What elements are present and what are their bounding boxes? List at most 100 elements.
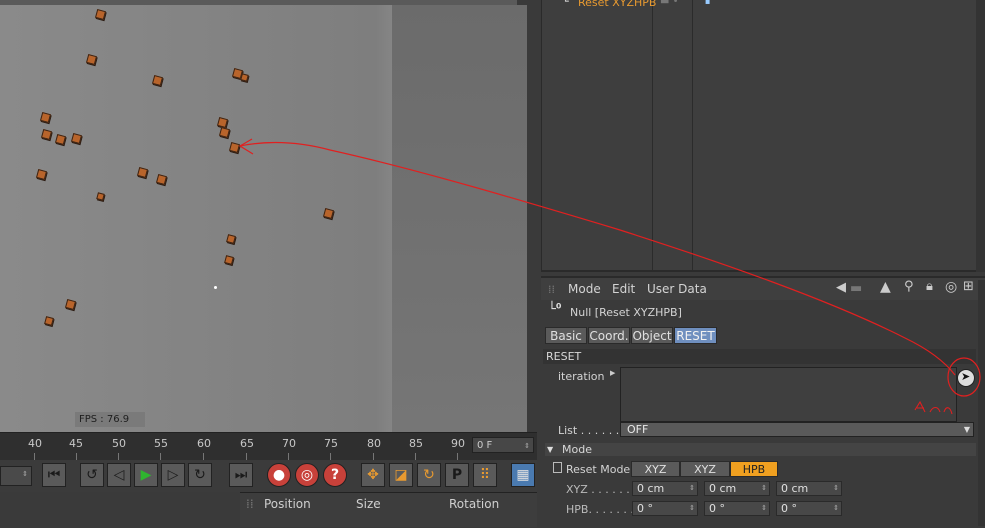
xyz-label: XYZ . . . . . . . bbox=[566, 483, 637, 496]
go-to-start-button[interactable]: ⏮ bbox=[42, 463, 66, 487]
timeline-ruler[interactable]: 40 45 50 55 60 65 70 75 80 85 90 bbox=[0, 432, 537, 461]
cube-object[interactable] bbox=[228, 141, 241, 154]
current-frame-value: 0 F bbox=[477, 440, 493, 451]
3d-viewport[interactable]: FPS : 76.9 bbox=[0, 0, 537, 432]
spinner-arrows-icon[interactable]: ⇕ bbox=[22, 470, 28, 478]
go-to-end-button[interactable]: ⏭ bbox=[229, 463, 253, 487]
object-manager-scrollbar[interactable] bbox=[976, 0, 985, 272]
min-frame-field[interactable]: ⇕ bbox=[0, 466, 32, 486]
spinner-arrows-icon[interactable]: ⇕ bbox=[833, 502, 839, 515]
timeline-tick-label: 40 bbox=[28, 437, 42, 450]
cube-object[interactable] bbox=[224, 255, 234, 265]
forward-arrow-icon[interactable]: ▬ bbox=[850, 281, 862, 296]
visibility-dots-icon[interactable]: ▬ • bbox=[660, 0, 679, 7]
cube-object[interactable] bbox=[155, 173, 168, 186]
reset-mode-xyz[interactable]: XYZ bbox=[680, 461, 730, 477]
grip-icon: ⁞⁞ bbox=[246, 497, 254, 511]
cube-object[interactable] bbox=[70, 132, 83, 145]
play-button[interactable]: ▶ bbox=[134, 463, 158, 487]
parameter-key-icon[interactable]: P bbox=[445, 463, 469, 487]
cube-object[interactable] bbox=[226, 234, 236, 244]
cube-object[interactable] bbox=[94, 8, 107, 21]
timeline-tick-label: 50 bbox=[112, 437, 126, 450]
object-title: Null [Reset XYZHPB] bbox=[570, 306, 682, 319]
list-dropdown[interactable]: OFF ▼ bbox=[620, 422, 974, 437]
next-key-button[interactable]: ↻ bbox=[188, 463, 212, 487]
spinner-arrows-icon[interactable]: ⇕ bbox=[761, 482, 767, 495]
previous-frame-button[interactable]: ◁ bbox=[107, 463, 131, 487]
search-icon[interactable]: ⚲ bbox=[904, 279, 914, 294]
tag-icon[interactable]: ▪ bbox=[705, 0, 710, 6]
scale-key-icon[interactable]: ◪ bbox=[389, 463, 413, 487]
hpb-p-field[interactable]: 0 ° ⇕ bbox=[704, 501, 770, 516]
object-row-label[interactable]: Reset XYZHPB bbox=[578, 0, 656, 9]
cube-object[interactable] bbox=[64, 298, 77, 311]
target-icon[interactable]: ◎ bbox=[945, 279, 957, 295]
move-key-icon[interactable]: ✥ bbox=[361, 463, 385, 487]
reset-mode-hpb[interactable]: HPB bbox=[730, 461, 778, 477]
timeline-tick-label: 55 bbox=[154, 437, 168, 450]
next-frame-button[interactable]: ▷ bbox=[161, 463, 185, 487]
list-label: List . . . . . . bbox=[558, 424, 620, 437]
spinner-arrows-icon[interactable]: ⇕ bbox=[833, 482, 839, 495]
cube-object[interactable] bbox=[44, 316, 54, 326]
tab-coord[interactable]: Coord. bbox=[588, 327, 630, 344]
record-key-icon[interactable]: ● bbox=[267, 463, 291, 487]
cube-object[interactable] bbox=[240, 73, 249, 82]
timeline-tick-label: 65 bbox=[240, 437, 254, 450]
pick-session-button[interactable]: ➤ bbox=[957, 369, 975, 387]
animate-parameter-icon[interactable] bbox=[553, 462, 562, 473]
object-manager[interactable] bbox=[541, 0, 985, 272]
attribute-scrollbar[interactable] bbox=[978, 280, 985, 526]
spinner-arrows-icon[interactable]: ⇕ bbox=[761, 502, 767, 515]
back-arrow-icon[interactable]: ◀ bbox=[836, 280, 846, 295]
autokey-icon[interactable]: ◎ bbox=[295, 463, 319, 487]
tab-reset[interactable]: RESET bbox=[674, 327, 717, 344]
cube-object[interactable] bbox=[151, 74, 164, 87]
cube-object[interactable] bbox=[35, 168, 48, 181]
timeline-tick-label: 85 bbox=[409, 437, 423, 450]
timeline-window-icon[interactable]: ▦ bbox=[511, 463, 535, 487]
timeline-tick-label: 80 bbox=[367, 437, 381, 450]
keyframe-help-icon[interactable]: ? bbox=[323, 463, 347, 487]
timeline-tick-label: 60 bbox=[197, 437, 211, 450]
spinner-arrows-icon[interactable]: ⇕ bbox=[524, 438, 530, 454]
menu-user-data[interactable]: User Data bbox=[647, 282, 707, 296]
xyz-x-field[interactable]: 0 cm ⇕ bbox=[632, 481, 698, 496]
spinner-arrows-icon[interactable]: ⇕ bbox=[689, 502, 695, 515]
cube-object[interactable] bbox=[218, 126, 231, 139]
menu-mode[interactable]: Mode bbox=[568, 282, 601, 296]
previous-key-button[interactable]: ↺ bbox=[80, 463, 104, 487]
hpb-h-field[interactable]: 0 ° ⇕ bbox=[632, 501, 698, 516]
cube-object[interactable] bbox=[39, 111, 52, 124]
xyz-z-field[interactable]: 0 cm ⇕ bbox=[776, 481, 842, 496]
menu-edit[interactable]: Edit bbox=[612, 282, 635, 296]
lock-icon[interactable]: 🔒︎ bbox=[926, 279, 933, 294]
cube-object[interactable] bbox=[54, 133, 67, 146]
viewport-scrollbar[interactable] bbox=[527, 5, 537, 432]
current-frame-field[interactable]: 0 F ⇕ bbox=[472, 437, 534, 453]
reset-mode-xyz-hpb[interactable]: XYZ HPB bbox=[631, 461, 680, 492]
hpb-p-value: 0 ° bbox=[709, 502, 725, 515]
timeline-tick-label: 70 bbox=[282, 437, 296, 450]
cube-object[interactable] bbox=[96, 192, 105, 201]
cube-object[interactable] bbox=[85, 53, 98, 66]
null-object-icon: └⁰ bbox=[548, 302, 562, 317]
xyz-y-field[interactable]: 0 cm ⇕ bbox=[704, 481, 770, 496]
cube-object[interactable] bbox=[136, 166, 149, 179]
mode-group-header[interactable]: ▼ Mode bbox=[545, 443, 976, 456]
cube-object[interactable] bbox=[40, 128, 53, 141]
new-panel-icon[interactable]: ⊞ bbox=[963, 279, 974, 294]
timeline-tick-label: 90 bbox=[451, 437, 465, 450]
expand-arrow-icon[interactable]: ▶ bbox=[610, 369, 615, 377]
hpb-b-field[interactable]: 0 ° ⇕ bbox=[776, 501, 842, 516]
spinner-arrows-icon[interactable]: ⇕ bbox=[689, 482, 695, 495]
pointer-up-icon[interactable]: ▲ bbox=[880, 279, 891, 295]
tab-basic[interactable]: Basic bbox=[545, 327, 587, 344]
tab-object[interactable]: Object bbox=[631, 327, 673, 344]
cube-object[interactable] bbox=[322, 207, 335, 220]
iteration-link-field[interactable] bbox=[620, 367, 957, 422]
point-level-key-icon[interactable]: ⠿ bbox=[473, 463, 497, 487]
rotate-key-icon[interactable]: ↻ bbox=[417, 463, 441, 487]
position-header: Position bbox=[264, 497, 311, 511]
